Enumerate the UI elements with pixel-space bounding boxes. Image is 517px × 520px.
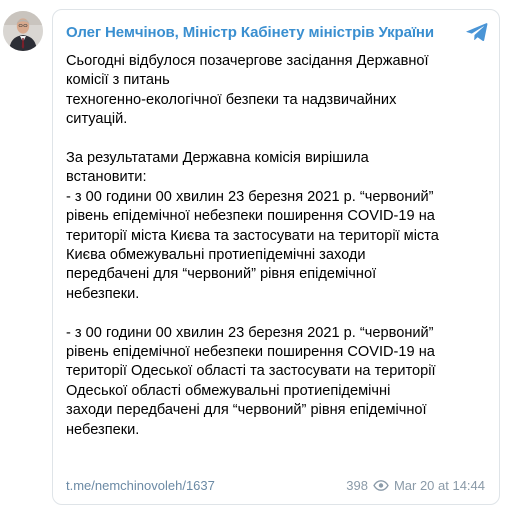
telegram-icon[interactable] <box>465 20 489 44</box>
channel-name[interactable]: Олег Немчінов, Міністр Кабінету міністрі… <box>66 24 434 41</box>
post-link[interactable]: t.me/nemchinovoleh/1637 <box>66 478 215 493</box>
post-date: Mar 20 at 14:44 <box>393 478 485 493</box>
message-paragraph: За результатами Державна комісія вирішил… <box>66 150 439 302</box>
avatar-portrait <box>3 11 43 51</box>
message-paragraph: Сьогодні відбулося позачергове засідання… <box>66 53 429 128</box>
post-meta: 398 Mar 20 at 14:44 <box>346 478 485 493</box>
avatar[interactable] <box>3 11 43 51</box>
message-text: Сьогодні відбулося позачергове засідання… <box>66 52 486 440</box>
telegram-post-card: Олег Немчінов, Міністр Кабінету міністрі… <box>52 9 500 505</box>
eye-icon <box>373 480 389 491</box>
view-count: 398 <box>346 478 368 493</box>
post-footer: t.me/nemchinovoleh/1637 398 Mar 20 at 14… <box>66 475 485 495</box>
message-paragraph: - з 00 години 00 хвилин 23 березня 2021 … <box>66 324 436 438</box>
